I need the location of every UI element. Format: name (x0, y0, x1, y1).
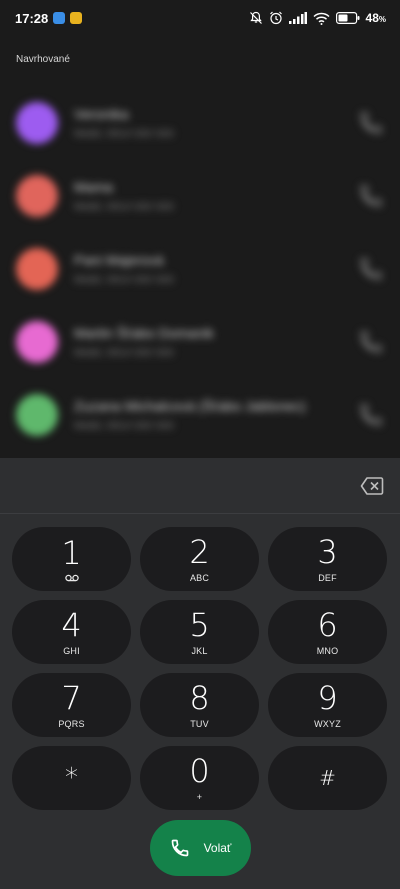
key-letters: TUV (190, 718, 209, 729)
notification-app-icon (70, 12, 83, 24)
avatar (16, 247, 58, 290)
number-input-field[interactable] (0, 458, 400, 514)
contact-row[interactable]: Veronika Mobil, 0914 000 000 (0, 86, 400, 159)
key-digit: 8 (189, 678, 210, 717)
contact-name: Mama (74, 178, 113, 195)
battery-icon (335, 12, 360, 24)
dial-key-star[interactable]: * (12, 746, 131, 810)
phone-icon[interactable] (358, 329, 384, 355)
contact-row[interactable]: Pani Majerová Mobil, 0914 000 000 (0, 232, 400, 305)
wifi-icon (313, 12, 330, 25)
contact-row[interactable]: Martin Šťabo Domanik Mobil, 0914 000 000 (0, 305, 400, 378)
dial-key-1[interactable]: 1 (12, 527, 131, 591)
suggested-section-title: Navrhované (16, 54, 70, 65)
avatar (16, 320, 58, 363)
status-bar: 17:28 48% (0, 0, 400, 36)
call-button-label: Volať (203, 841, 232, 855)
key-digit: 0 (189, 751, 210, 790)
alarm-icon (269, 11, 282, 25)
voicemail-icon (64, 574, 79, 581)
contact-name: Veronika (74, 105, 129, 122)
backspace-icon[interactable] (360, 476, 384, 496)
avatar (16, 393, 58, 436)
key-letters: DEF (318, 572, 337, 583)
key-letters: + (196, 791, 203, 802)
contact-number: Mobil, 0914 000 000 (74, 273, 174, 286)
avatar (16, 101, 58, 144)
key-digit: 6 (317, 605, 338, 644)
contact-name: Pani Majerová (74, 251, 164, 268)
dial-key-6[interactable]: 6 MNO (268, 600, 387, 664)
phone-icon (171, 839, 188, 857)
key-letters: GHI (63, 645, 80, 656)
messenger-app-icon (53, 12, 66, 24)
contact-name: Zuzana Michalcová (Šťabo Jablonec) (74, 397, 306, 414)
mute-bell-icon (249, 11, 262, 24)
dial-key-9[interactable]: 9 WXYZ (268, 673, 387, 737)
dial-key-8[interactable]: 8 TUV (140, 673, 259, 737)
phone-icon[interactable] (358, 256, 384, 282)
dial-key-hash[interactable]: # (268, 746, 387, 810)
contact-number: Mobil, 0914 000 000 (74, 127, 174, 140)
key-letters: JKL (191, 645, 208, 656)
key-digit: * (65, 763, 78, 793)
contact-number: Mobil, 0914 000 000 (74, 346, 174, 359)
key-letters: PQRS (58, 718, 85, 729)
key-digit: 9 (317, 678, 338, 717)
dial-key-2[interactable]: 2 ABC (140, 527, 259, 591)
key-letters: ABC (189, 572, 210, 583)
contact-row[interactable]: Zuzana Michalcová (Šťabo Jablonec) Mobil… (0, 378, 400, 451)
contact-row[interactable]: Mama Mobil, 0914 000 000 (0, 159, 400, 232)
call-button[interactable]: Volať (150, 820, 251, 876)
key-digit: 5 (189, 605, 210, 644)
key-digit: # (319, 766, 336, 790)
contact-number: Mobil, 0914 000 000 (74, 200, 174, 213)
dial-key-7[interactable]: 7 PQRS (12, 673, 131, 737)
contact-number: Mobil, 0914 000 000 (74, 419, 174, 432)
key-digit: 4 (61, 605, 82, 644)
phone-icon[interactable] (358, 183, 384, 209)
suggested-contacts-list: Veronika Mobil, 0914 000 000 Mama Mobil,… (0, 86, 400, 451)
key-digit: 1 (61, 533, 82, 572)
phone-icon[interactable] (358, 402, 384, 428)
key-letters: WXYZ (314, 718, 341, 729)
phone-icon[interactable] (358, 110, 384, 136)
signal-icon (288, 12, 307, 24)
contact-name: Martin Šťabo Domanik (74, 324, 214, 341)
dial-key-5[interactable]: 5 JKL (140, 600, 259, 664)
dial-key-0[interactable]: 0 + (140, 746, 259, 810)
key-digit: 2 (189, 532, 210, 571)
dial-key-3[interactable]: 3 DEF (268, 527, 387, 591)
battery-percent: 48% (365, 11, 386, 25)
key-digit: 7 (61, 678, 82, 717)
status-time: 17:28 (15, 10, 49, 26)
key-letters: MNO (316, 645, 339, 656)
key-digit: 3 (317, 532, 338, 571)
avatar (16, 174, 58, 217)
dial-key-4[interactable]: 4 GHI (12, 600, 131, 664)
